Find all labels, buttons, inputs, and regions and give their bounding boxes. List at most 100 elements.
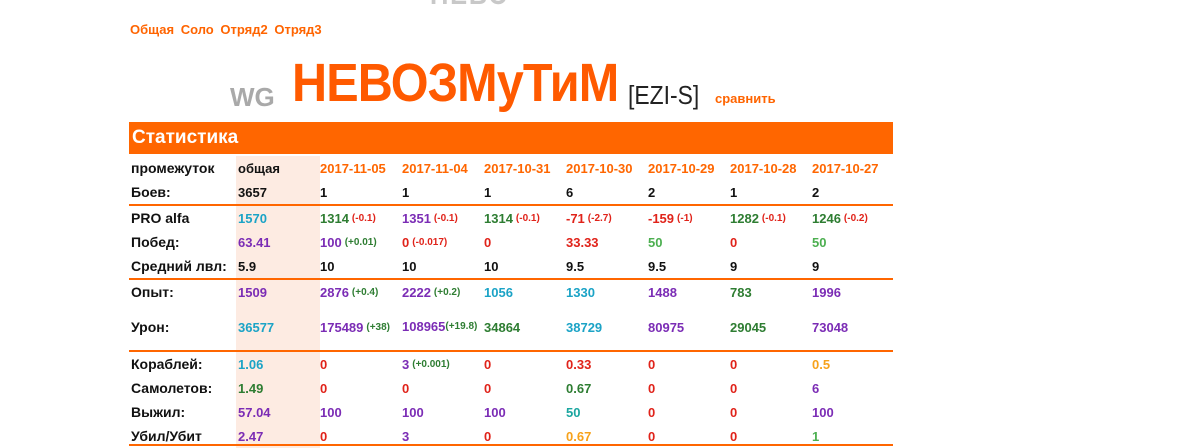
- cell-value: 6: [812, 380, 820, 396]
- date-link[interactable]: 2017-10-28: [730, 161, 797, 176]
- cell-value: 2.47: [238, 428, 264, 444]
- table-row: Урон: 36577 175489 (+38) 108965 (+19.8) 34864 3…: [129, 304, 893, 350]
- cell-delta: (-0.2): [843, 212, 868, 224]
- cell-value: 0: [484, 428, 492, 444]
- date-link[interactable]: 2017-11-05: [320, 161, 386, 176]
- cell-value: 50: [566, 404, 581, 420]
- cell-day[interactable]: 2017-11-05: [320, 156, 386, 180]
- row-label: PRO alfa: [131, 210, 190, 226]
- cell-value: общая: [238, 160, 280, 176]
- table-bottom-border: [129, 444, 893, 446]
- cell-day: 0: [402, 376, 409, 400]
- cell-day: 100: [812, 400, 834, 424]
- cell-day: 1314 (-0.1): [320, 206, 376, 230]
- server-label: WG: [230, 82, 275, 112]
- tab-mode-squad2[interactable]: Отряд2: [220, 22, 267, 37]
- cell-day: 10: [320, 254, 334, 278]
- table-row: Опыт: 1509 2876 (+0.4) 2222 (+0.2) 1056 1330 148…: [129, 278, 893, 304]
- cell-delta: (+0.001): [412, 358, 450, 370]
- cell-delta: (-0.1): [761, 212, 786, 224]
- cell-value: 2876: [320, 284, 349, 300]
- cell-value: 1314: [320, 210, 349, 226]
- cell-day: 0: [484, 376, 491, 400]
- cell-day: 1351 (-0.1): [402, 206, 458, 230]
- cell-total: 1.06: [238, 352, 263, 376]
- cell-value: 0: [730, 428, 738, 444]
- cell-value: 6: [566, 184, 574, 200]
- cell-value: 0: [484, 356, 492, 372]
- table-row: Кораблей: 1.06 0 3 (+0.001) 0 0.33 0 0 0.5: [129, 350, 893, 376]
- date-link[interactable]: 2017-11-04: [402, 161, 468, 176]
- row-label: Кораблей:: [131, 356, 203, 372]
- cell-day: 1: [730, 180, 737, 204]
- cell-day: 34864: [484, 304, 520, 350]
- cell-value: 0: [648, 404, 656, 420]
- cell-day: 2: [648, 180, 655, 204]
- cell-day: 2: [812, 180, 819, 204]
- cell-value: 1246: [812, 210, 841, 226]
- player-nickname: НЕВОЗМуТиМ: [292, 53, 619, 113]
- cell-value: 0: [648, 428, 656, 444]
- stats-section-header: Статистика: [129, 122, 893, 154]
- table-row: Самолетов: 1.49 0 0 0 0.67 0 0 6: [129, 376, 893, 400]
- row-label: Опыт:: [131, 284, 174, 300]
- cell-day: 33.33: [566, 230, 599, 254]
- cell-value: 1488: [648, 284, 677, 300]
- cell-day: 0.67: [566, 376, 591, 400]
- cell-day[interactable]: 2017-10-27: [812, 156, 879, 180]
- cell-day[interactable]: 2017-10-29: [648, 156, 715, 180]
- cell-value: 0: [648, 380, 656, 396]
- cell-day: 0 (-0.017): [402, 230, 447, 254]
- cell-day: 10: [402, 254, 416, 278]
- cell-day: 3 (+0.001): [402, 352, 450, 376]
- cell-value: 33.33: [566, 234, 599, 250]
- cell-delta: (+0.2): [433, 286, 461, 298]
- date-link[interactable]: 2017-10-29: [648, 161, 715, 176]
- cell-day: 1330: [566, 280, 595, 304]
- cell-value: 50: [812, 234, 827, 250]
- cell-value: 1282: [730, 210, 759, 226]
- table-row: Выжил: 57.04 100 100 100 50 0 0 100: [129, 400, 893, 424]
- cell-day: 783: [730, 280, 752, 304]
- tab-mode-squad3[interactable]: Отряд3: [274, 22, 321, 37]
- table-row: Побед: 63.41 100 (+0.01) 0 (-0.017) 0 33.33 50 0 5…: [129, 230, 893, 254]
- cell-day[interactable]: 2017-10-30: [566, 156, 633, 180]
- cell-total: 1.49: [238, 376, 263, 400]
- cell-day[interactable]: 2017-11-04: [402, 156, 468, 180]
- row-label: Самолетов:: [131, 380, 213, 396]
- cell-value: 0: [484, 234, 492, 250]
- cell-day: 0: [320, 376, 327, 400]
- cell-delta: (-2.7): [587, 212, 612, 224]
- cell-value: 9: [730, 258, 738, 274]
- cell-day: 80975: [648, 304, 684, 350]
- cell-day: 0.5: [812, 352, 830, 376]
- cell-delta: (-0.017): [412, 236, 448, 248]
- cell-day[interactable]: 2017-10-31: [484, 156, 551, 180]
- date-link[interactable]: 2017-10-30: [566, 161, 633, 176]
- cell-value: 100: [320, 234, 342, 250]
- partial-page-title: НЕВО: [430, 0, 510, 12]
- cell-day: 9.5: [648, 254, 666, 278]
- cell-value: 0: [320, 428, 328, 444]
- cell-day[interactable]: 2017-10-28: [730, 156, 797, 180]
- cell-value: 3657: [238, 184, 267, 200]
- cell-value: 0.33: [566, 356, 592, 372]
- cell-value: 1: [730, 184, 738, 200]
- date-link[interactable]: 2017-10-31: [484, 161, 551, 176]
- table-row: промежуток общая 2017-11-05 2017-11-04 2017-…: [129, 156, 893, 180]
- cell-day: 50: [648, 230, 662, 254]
- cell-day: 50: [812, 230, 826, 254]
- cell-value: 73048: [812, 319, 849, 335]
- tab-mode-total[interactable]: Общая: [130, 22, 174, 37]
- tab-mode-solo[interactable]: Соло: [181, 22, 214, 37]
- cell-day: 100: [402, 400, 424, 424]
- cell-value: 80975: [648, 319, 685, 335]
- row-label: Побед:: [131, 234, 180, 250]
- compare-link[interactable]: сравнить: [715, 91, 776, 106]
- cell-value: 0: [484, 380, 492, 396]
- cell-value: 10: [484, 258, 499, 274]
- cell-value: 10: [320, 258, 335, 274]
- date-link[interactable]: 2017-10-27: [812, 161, 879, 176]
- cell-delta: (+19.8): [445, 321, 478, 332]
- cell-day: 0: [730, 400, 737, 424]
